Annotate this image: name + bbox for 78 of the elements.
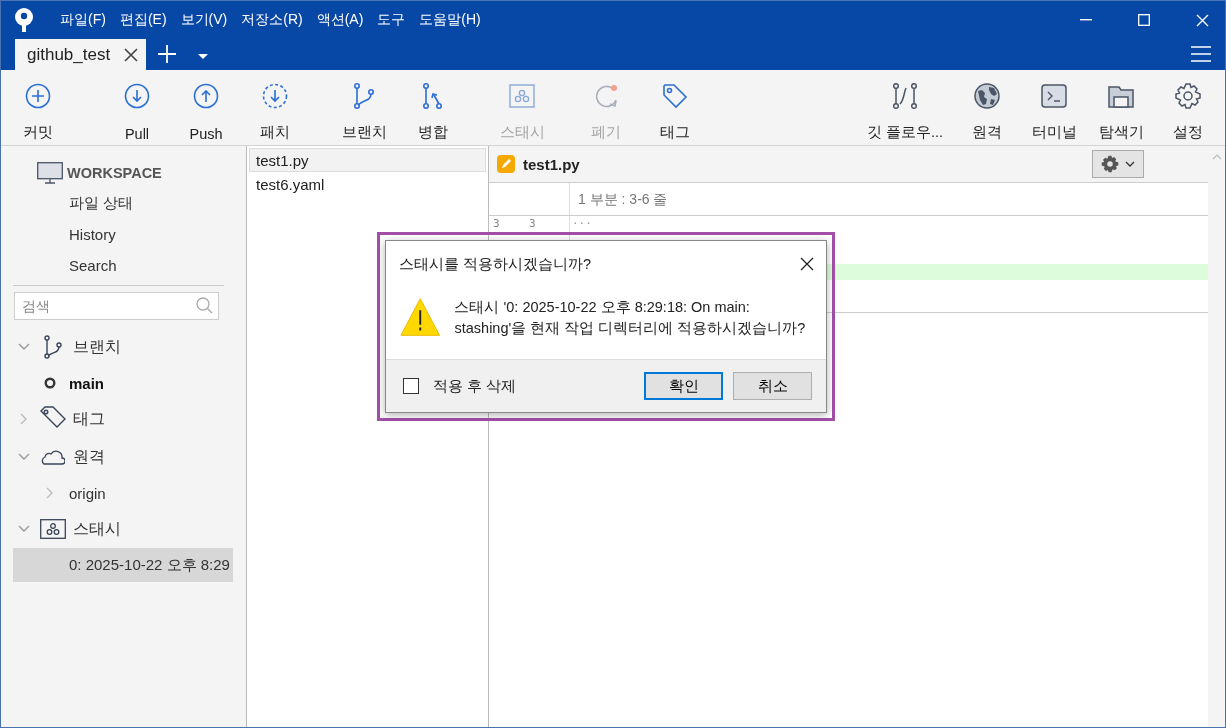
dashed-download-icon: [262, 83, 288, 109]
tab[interactable]: github_test: [15, 39, 147, 70]
menu-item[interactable]: 액션(A): [309, 5, 371, 35]
add-icon: [25, 83, 51, 109]
toolbar-button[interactable]: Push: [179, 82, 233, 142]
line-number: 3: [528, 216, 537, 232]
file-name: test1.py: [523, 155, 580, 173]
close-icon[interactable]: [800, 257, 814, 271]
monitor-icon: [37, 162, 63, 184]
section-header[interactable]: 브랜치: [73, 336, 121, 358]
section-header[interactable]: 원격: [73, 446, 105, 468]
terminal-icon: [1041, 84, 1067, 108]
sidebar-item[interactable]: 파일 상태: [69, 188, 134, 219]
settings-icon: [1101, 155, 1119, 173]
maximize-icon[interactable]: [1138, 14, 1150, 26]
menu-item[interactable]: 편집(E): [112, 5, 174, 35]
chevron-icon[interactable]: [17, 525, 31, 533]
stash-icon: [509, 84, 535, 108]
tree-item[interactable]: main: [13, 366, 233, 400]
toolbar-button[interactable]: 커밋: [11, 82, 65, 142]
menu-item[interactable]: 도구: [370, 5, 413, 35]
globe-icon: [974, 83, 1000, 109]
toolbar-button[interactable]: 탐색기: [1094, 82, 1148, 142]
app-logo: [13, 8, 35, 32]
warning-icon: [400, 297, 441, 337]
line-number: 3: [492, 216, 501, 232]
menu-item[interactable]: 저장소(R): [234, 5, 310, 35]
hunk-header: 1 부분 : 3-6 줄: [577, 190, 668, 209]
section-title: WORKSPACE: [67, 165, 162, 181]
file-item[interactable]: test1.py: [249, 148, 486, 172]
menu-item[interactable]: 도움말(H): [412, 5, 488, 35]
menu-item[interactable]: 보기(V): [173, 5, 235, 35]
add-icon[interactable]: [158, 45, 177, 63]
edit-file-icon: [497, 155, 515, 173]
git-flow-icon: [891, 83, 918, 109]
toolbar-button[interactable]: 원격: [960, 82, 1014, 142]
dialog-message: 스태시 '0: 2025-10-22 오후 8:29:18: On main: stashing'을 현재 작업 디렉터리에 적용하시겠습니까?: [454, 298, 807, 338]
code-line: ···: [571, 216, 592, 232]
toolbar-button[interactable]: 태그: [648, 82, 702, 142]
dialog-button[interactable]: 확인: [644, 372, 723, 400]
chevron-icon[interactable]: [17, 343, 31, 351]
file-item[interactable]: test6.yaml: [249, 172, 486, 196]
upload-icon: [193, 83, 219, 109]
section-header[interactable]: 스태시: [73, 518, 121, 540]
download-icon: [124, 83, 150, 109]
close-icon[interactable]: [124, 47, 139, 62]
refresh-icon: [593, 83, 619, 109]
toolbar-button[interactable]: 깃 플로우...: [862, 82, 947, 142]
menu-item[interactable]: 파일(F): [53, 5, 113, 35]
branch-icon: [352, 83, 376, 109]
sidebar-item[interactable]: Search: [69, 250, 117, 281]
search-field[interactable]: 검색: [14, 292, 219, 320]
tag-icon: [662, 83, 688, 109]
cloud-icon: [41, 449, 65, 465]
toolbar-button[interactable]: 패치: [248, 82, 302, 142]
toolbar-button[interactable]: 병합: [406, 82, 460, 142]
branch-icon: [43, 335, 63, 359]
settings-icon: [1175, 83, 1201, 109]
settings-dropdown[interactable]: [1092, 150, 1144, 178]
stash-icon: [40, 519, 66, 539]
dialog-button[interactable]: 취소: [733, 372, 812, 400]
sidebar-item[interactable]: History: [69, 219, 116, 250]
toolbar-button[interactable]: 터미널: [1027, 82, 1081, 142]
toolbar-button[interactable]: 브랜치: [337, 82, 391, 142]
checkbox[interactable]: 적용 후 삭제: [403, 376, 517, 396]
section-header[interactable]: 태그: [73, 408, 105, 430]
menu-icon[interactable]: [1191, 46, 1211, 62]
toolbar-button[interactable]: Pull: [110, 82, 164, 142]
folder-icon: [1108, 84, 1134, 108]
caret-icon[interactable]: [198, 54, 209, 59]
minimize-icon[interactable]: [1080, 19, 1092, 21]
chevron-icon[interactable]: [17, 453, 31, 461]
dialog-title: 스태시를 적용하시겠습니까?: [399, 254, 592, 274]
merge-icon: [421, 83, 445, 109]
tree-item[interactable]: 0: 2025-10-22 오후 8:29: [13, 548, 233, 582]
tree-item[interactable]: origin: [13, 476, 233, 510]
toolbar-button[interactable]: 설정: [1161, 82, 1215, 142]
caret-icon: [1125, 161, 1135, 167]
